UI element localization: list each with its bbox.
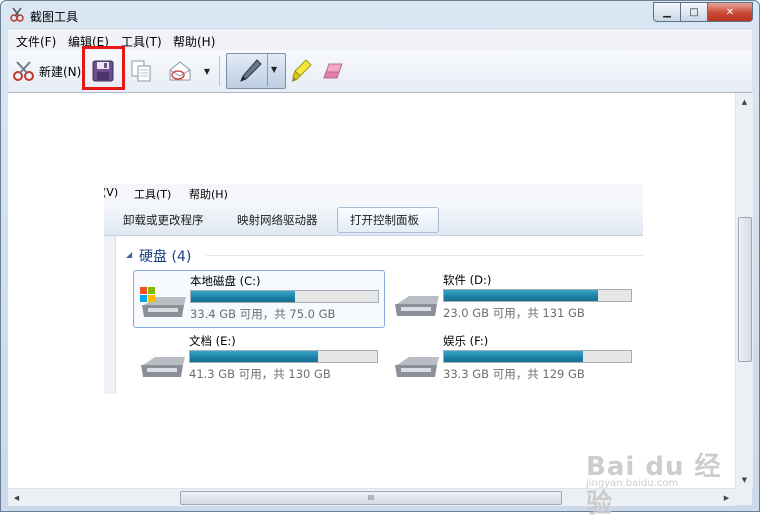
hard-drive-icon <box>395 296 439 316</box>
drive-item: 娱乐 (F:) 33.3 GB 可用，共 129 GB <box>387 331 637 387</box>
drive-usage-fill <box>444 351 583 362</box>
eraser-button[interactable] <box>318 56 348 86</box>
drive-name: 文档 (E:) <box>189 334 236 348</box>
captured-cmd-control-panel: 打开控制面板 <box>350 213 419 227</box>
minimize-button[interactable]: ▁ <box>653 2 681 22</box>
captured-cmd-uninstall: 卸载或更改程序 <box>123 213 204 227</box>
send-snip-dropdown[interactable]: ▼ <box>201 62 213 80</box>
watermark-url: jingyan.baidu.com <box>586 478 679 489</box>
copy-button[interactable] <box>126 56 156 86</box>
drive-usage-fill <box>190 351 318 362</box>
toolbar-separator <box>219 56 220 86</box>
vertical-scroll-thumb[interactable] <box>738 217 752 362</box>
copy-icon <box>131 60 151 82</box>
maximize-icon: □ <box>689 6 699 18</box>
drive-item: 软件 (D:) 23.0 GB 可用，共 131 GB <box>387 270 637 326</box>
drive-usage-fill <box>444 290 599 301</box>
drive-item: 文档 (E:) 41.3 GB 可用，共 130 GB <box>133 331 383 387</box>
close-button[interactable]: ✕ <box>708 2 753 22</box>
captured-menu-view: (V) <box>104 186 119 199</box>
scroll-grip-icon: III <box>367 494 375 502</box>
hard-drive-icon <box>395 357 439 377</box>
group-collapse-icon: ◢ <box>126 250 133 259</box>
scissors-icon <box>13 61 34 81</box>
scroll-left-arrow-icon[interactable]: ◀ <box>8 489 25 506</box>
maximize-button[interactable]: □ <box>681 2 708 22</box>
size-grip[interactable] <box>735 488 752 505</box>
pen-button[interactable]: ▼ <box>226 53 286 89</box>
send-email-icon <box>169 61 191 81</box>
captured-group-title: 硬盘 (4) <box>139 249 192 265</box>
drive-space-info: 23.0 GB 可用，共 131 GB <box>443 306 585 320</box>
highlighter-button[interactable] <box>288 56 316 86</box>
captured-command-bar: 卸载或更改程序 映射网络驱动器 打开控制面板 <box>104 203 643 236</box>
drive-usage-fill <box>191 291 295 302</box>
minimize-icon: ▁ <box>663 6 671 18</box>
new-snip-label: 新建(N) <box>39 65 82 79</box>
group-divider <box>206 255 643 256</box>
baidu-watermark: Bai du 经验 jingyan.baidu.com <box>586 442 736 519</box>
drive-space-info: 33.4 GB 可用，共 75.0 GB <box>190 307 336 321</box>
drive-usage-bar <box>443 350 632 363</box>
pen-icon <box>240 59 262 82</box>
drive-space-info: 33.3 GB 可用，共 129 GB <box>443 367 585 381</box>
dropdown-arrow-icon: ▼ <box>271 65 278 74</box>
captured-menu-bar: (V) 工具(T) 帮助(H) <box>104 184 643 203</box>
pen-dropdown[interactable]: ▼ <box>267 54 282 86</box>
highlighter-icon <box>292 59 312 82</box>
drive-name: 软件 (D:) <box>443 273 492 287</box>
drive-usage-bar <box>190 290 379 303</box>
window-title: 截图工具 <box>30 10 79 24</box>
menu-help[interactable]: 帮助(H) <box>173 33 215 50</box>
drive-name: 娱乐 (F:) <box>443 334 489 348</box>
windows-drive-icon <box>140 287 186 317</box>
eraser-icon <box>323 63 343 79</box>
title-bar[interactable]: 截图工具 ▁ □ ✕ <box>1 1 759 29</box>
save-button-highlight <box>82 46 125 90</box>
captured-menu-tools: 工具(T) <box>134 188 172 201</box>
drive-usage-bar <box>189 350 378 363</box>
menu-file[interactable]: 文件(F) <box>16 33 56 50</box>
scroll-down-arrow-icon[interactable]: ▼ <box>736 471 753 488</box>
captured-menu-help: 帮助(H) <box>189 188 228 201</box>
send-snip-button[interactable] <box>164 56 196 86</box>
vertical-scrollbar[interactable]: ▲ ▼ <box>735 93 753 488</box>
captured-cmd-map-drive: 映射网络驱动器 <box>237 213 318 227</box>
dropdown-arrow-icon: ▼ <box>203 66 211 76</box>
new-snip-button[interactable]: 新建(N) <box>10 58 86 84</box>
drive-name: 本地磁盘 (C:) <box>190 274 261 288</box>
captured-image: (V) 工具(T) 帮助(H) 卸载或更改程序 映射网络驱动器 打开控制面板 ◢… <box>104 184 643 394</box>
drive-space-info: 41.3 GB 可用，共 130 GB <box>189 367 331 381</box>
drive-item: 本地磁盘 (C:) 33.4 GB 可用，共 75.0 GB <box>133 270 385 328</box>
menu-tools[interactable]: 工具(T) <box>121 33 162 50</box>
caption-buttons: ▁ □ ✕ <box>653 2 753 22</box>
snipping-tool-icon <box>10 7 24 22</box>
scroll-up-arrow-icon[interactable]: ▲ <box>736 93 753 110</box>
close-icon: ✕ <box>725 6 735 18</box>
hard-drive-icon <box>141 357 185 377</box>
captured-nav-strip <box>104 236 116 394</box>
snipping-tool-window: 截图工具 ▁ □ ✕ 文件(F) 编辑(E) 工具(T) 帮助(H) 新建(N) <box>0 0 760 519</box>
drive-usage-bar <box>443 289 632 302</box>
horizontal-scroll-thumb[interactable]: III <box>180 491 562 505</box>
